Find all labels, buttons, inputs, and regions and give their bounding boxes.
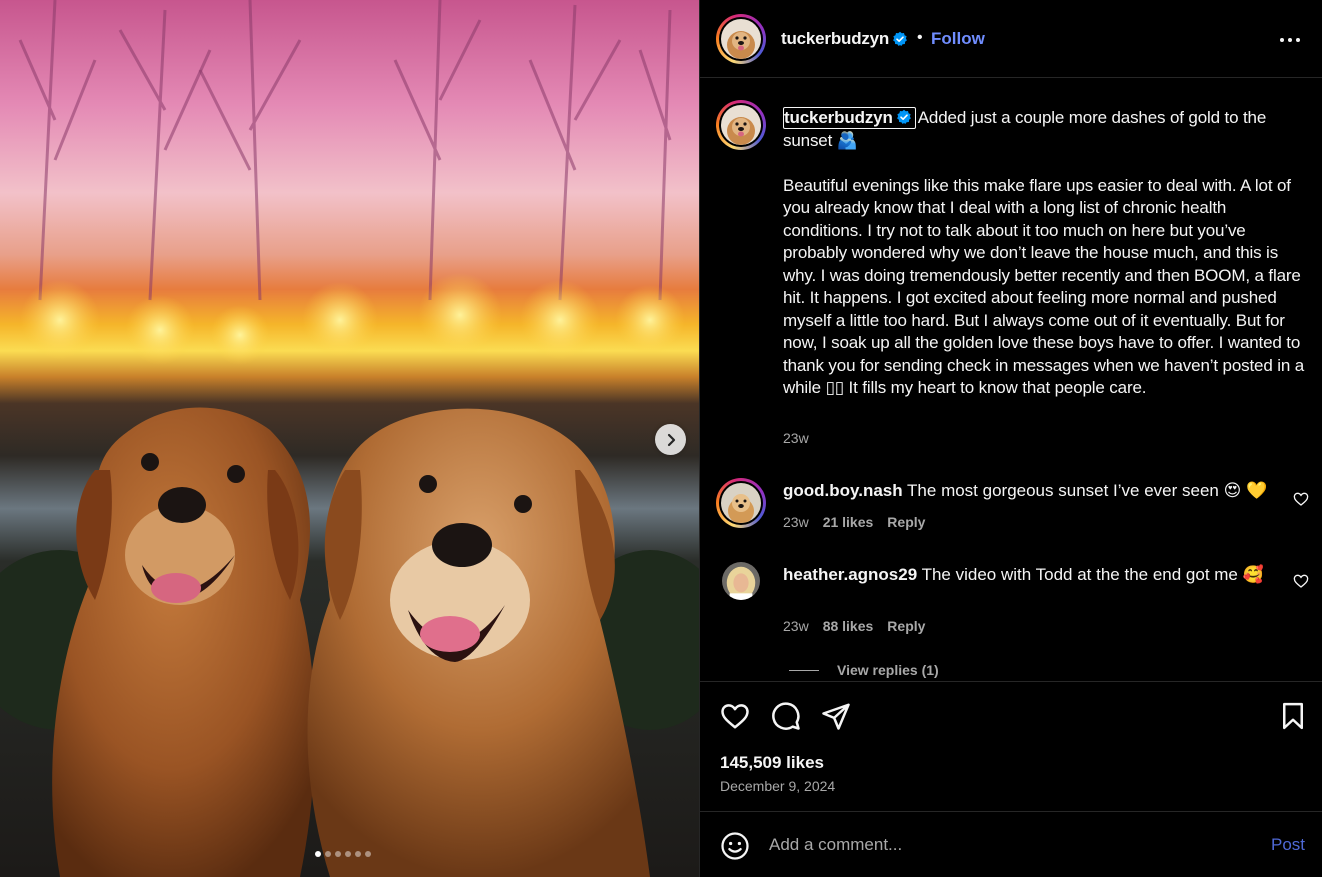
- verified-badge-icon: [896, 109, 911, 124]
- comment-bubble-icon[interactable]: [771, 701, 801, 731]
- chevron-right-icon: [667, 433, 675, 446]
- emoji-picker-icon[interactable]: [720, 831, 750, 861]
- comment-text: The video with Todd at the the end got m…: [921, 565, 1264, 584]
- comment-text-block: good.boy.nash The most gorgeous sunset I…: [783, 480, 1273, 503]
- share-send-icon[interactable]: [821, 701, 851, 731]
- person-avatar-image: [722, 562, 760, 600]
- comment-meta: 23w 88 likes Reply: [783, 618, 925, 634]
- comment-composer: Post: [700, 812, 1322, 877]
- author-avatar[interactable]: [716, 14, 766, 64]
- comment-likes[interactable]: 21 likes: [823, 514, 874, 530]
- comment-input[interactable]: [769, 832, 1249, 858]
- post-header: tuckerbudzyn • Follow: [700, 0, 1322, 78]
- caption-body: Beautiful evenings like this make flare …: [783, 175, 1305, 398]
- caption-timestamp[interactable]: 23w: [783, 430, 809, 446]
- carousel-indicator: [315, 851, 371, 857]
- comment-text-block: heather.agnos29 The video with Todd at t…: [783, 564, 1273, 587]
- caption-author-avatar[interactable]: [716, 100, 766, 150]
- commenter-avatar[interactable]: [722, 562, 760, 600]
- carousel-dot: [345, 851, 351, 857]
- post-media[interactable]: [0, 0, 699, 877]
- carousel-dot: [325, 851, 331, 857]
- post-comment-button[interactable]: Post: [1271, 835, 1305, 855]
- golden-retrievers-sunset-photo: [0, 0, 699, 877]
- separator-dot: •: [917, 29, 923, 46]
- reply-button[interactable]: Reply: [887, 618, 925, 634]
- comment-timestamp[interactable]: 23w: [783, 514, 809, 530]
- like-comment-icon[interactable]: [1293, 491, 1309, 507]
- like-heart-icon[interactable]: [720, 701, 750, 731]
- commenter-avatar[interactable]: [716, 478, 766, 528]
- reply-button[interactable]: Reply: [887, 514, 925, 530]
- save-bookmark-icon[interactable]: [1278, 701, 1308, 731]
- comment-username[interactable]: heather.agnos29: [783, 565, 917, 584]
- comment-meta: 23w 21 likes Reply: [783, 514, 925, 530]
- caption-username-link[interactable]: tuckerbudzyn: [783, 107, 916, 129]
- dog-avatar-image: [721, 105, 761, 145]
- post-detail-panel: tuckerbudzyn • Follow tuckerbudzyn Added…: [699, 0, 1322, 877]
- like-comment-icon[interactable]: [1293, 573, 1309, 589]
- more-options-icon[interactable]: [1278, 30, 1302, 50]
- view-replies-button[interactable]: View replies (1): [789, 662, 939, 678]
- post-actions-bar: 145,509 likes December 9, 2024: [700, 681, 1322, 812]
- caption-text: tuckerbudzyn Added just a couple more da…: [783, 107, 1307, 400]
- like-count[interactable]: 145,509 likes: [720, 753, 824, 773]
- replies-divider-line: [789, 669, 819, 671]
- follow-button[interactable]: Follow: [931, 29, 985, 49]
- carousel-dot: [365, 851, 371, 857]
- verified-badge-icon: [893, 31, 907, 46]
- comment-text: The most gorgeous sunset I’ve ever seen …: [907, 481, 1268, 500]
- author-username[interactable]: tuckerbudzyn: [781, 29, 889, 49]
- post-date[interactable]: December 9, 2024: [720, 778, 835, 794]
- comment-timestamp[interactable]: 23w: [783, 618, 809, 634]
- dog-avatar-image: [721, 483, 761, 523]
- carousel-dot: [355, 851, 361, 857]
- caption-username[interactable]: tuckerbudzyn: [784, 108, 893, 127]
- dog-avatar-image: [721, 19, 761, 59]
- comment-username[interactable]: good.boy.nash: [783, 481, 903, 500]
- comment-likes[interactable]: 88 likes: [823, 618, 874, 634]
- carousel-dot: [335, 851, 341, 857]
- carousel-dot-active: [315, 851, 321, 857]
- view-replies-label[interactable]: View replies (1): [837, 662, 939, 678]
- next-photo-button[interactable]: [655, 424, 686, 455]
